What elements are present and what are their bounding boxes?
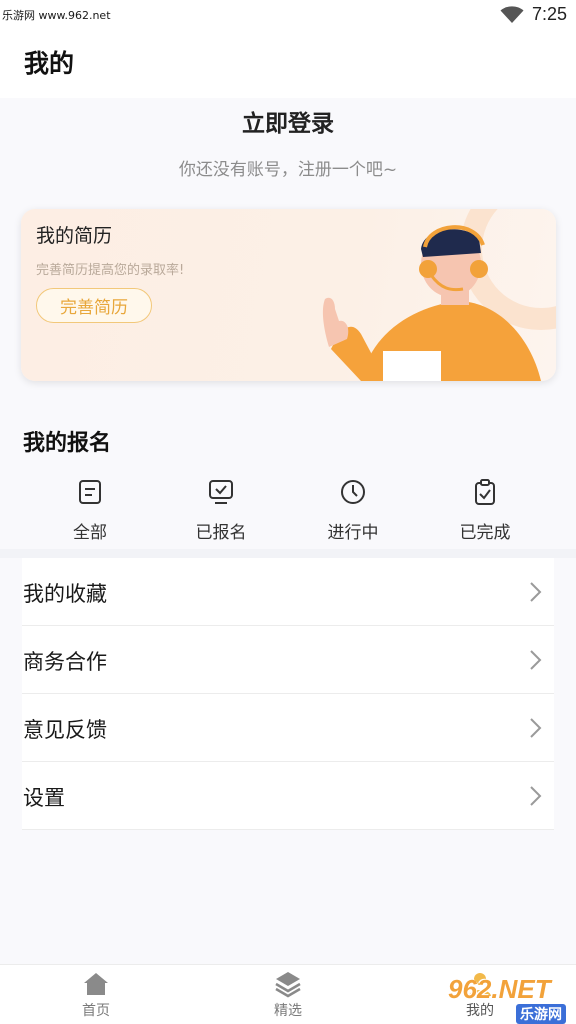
registration-in-progress-label: 进行中 bbox=[327, 523, 379, 543]
page-title: 我的 bbox=[24, 49, 75, 78]
menu-item-favorites[interactable]: 我的收藏 bbox=[22, 558, 554, 626]
chevron-right-icon bbox=[530, 582, 542, 602]
resume-card[interactable]: 我的简历 完善简历提高您的录取率! 完善简历 bbox=[21, 209, 556, 381]
layers-icon bbox=[275, 972, 301, 998]
customer-service-illustration bbox=[322, 209, 556, 381]
registration-all-label: 全部 bbox=[73, 523, 107, 543]
registration-in-progress[interactable]: 进行中 bbox=[293, 470, 413, 550]
menu-item-label: 设置 bbox=[23, 786, 65, 810]
chevron-right-icon bbox=[530, 786, 542, 806]
monitor-check-icon bbox=[209, 480, 233, 504]
registration-signed-up[interactable]: 已报名 bbox=[161, 470, 281, 550]
login-link[interactable]: 立即登录 bbox=[0, 104, 576, 138]
registration-title: 我的报名 bbox=[23, 431, 112, 456]
watermark-text: 乐游网 www.962.net bbox=[2, 9, 111, 22]
home-icon bbox=[84, 973, 108, 995]
clock-icon bbox=[341, 480, 365, 504]
nav-home-label: 首页 bbox=[82, 1003, 110, 1019]
watermark-sub: 乐游网 bbox=[516, 1004, 566, 1024]
menu-list: 我的收藏 商务合作 意见反馈 设置 bbox=[22, 558, 554, 830]
header: 我的 bbox=[0, 30, 576, 98]
registration-all[interactable]: 全部 bbox=[30, 470, 150, 550]
chevron-right-icon bbox=[530, 650, 542, 670]
registration-completed[interactable]: 已完成 bbox=[425, 470, 545, 550]
wifi-icon bbox=[500, 6, 524, 23]
resume-description: 完善简历提高您的录取率! bbox=[36, 263, 185, 278]
login-subtitle: 你还没有账号，注册一个吧~ bbox=[178, 160, 398, 180]
nav-home[interactable]: 首页 bbox=[36, 965, 156, 1024]
registration-tabs: 全部 已报名 进行中 已完成 bbox=[0, 470, 576, 550]
watermark-brand: 962.NET bbox=[448, 974, 551, 1004]
menu-item-business[interactable]: 商务合作 bbox=[22, 626, 554, 694]
section-divider bbox=[0, 549, 576, 558]
chevron-right-icon bbox=[530, 718, 542, 738]
nav-featured[interactable]: 精选 bbox=[228, 965, 348, 1024]
clipboard-check-icon bbox=[475, 479, 495, 505]
menu-item-label: 商务合作 bbox=[23, 650, 107, 674]
registration-completed-label: 已完成 bbox=[459, 523, 511, 543]
resume-title: 我的简历 bbox=[36, 225, 113, 247]
menu-item-label: 我的收藏 bbox=[23, 582, 107, 606]
complete-resume-button[interactable]: 完善简历 bbox=[36, 288, 152, 323]
status-bar: 乐游网 www.962.net 7:25 bbox=[0, 0, 576, 30]
menu-item-feedback[interactable]: 意见反馈 bbox=[22, 694, 554, 762]
menu-item-settings[interactable]: 设置 bbox=[22, 762, 554, 830]
registration-signed-up-label: 已报名 bbox=[195, 523, 247, 543]
watermark-logo: 962.NET 乐游网 bbox=[440, 966, 576, 1024]
clock: 7:25 bbox=[532, 4, 568, 24]
menu-item-label: 意见反馈 bbox=[23, 718, 107, 742]
nav-featured-label: 精选 bbox=[274, 1003, 302, 1019]
list-doc-icon bbox=[79, 480, 101, 504]
